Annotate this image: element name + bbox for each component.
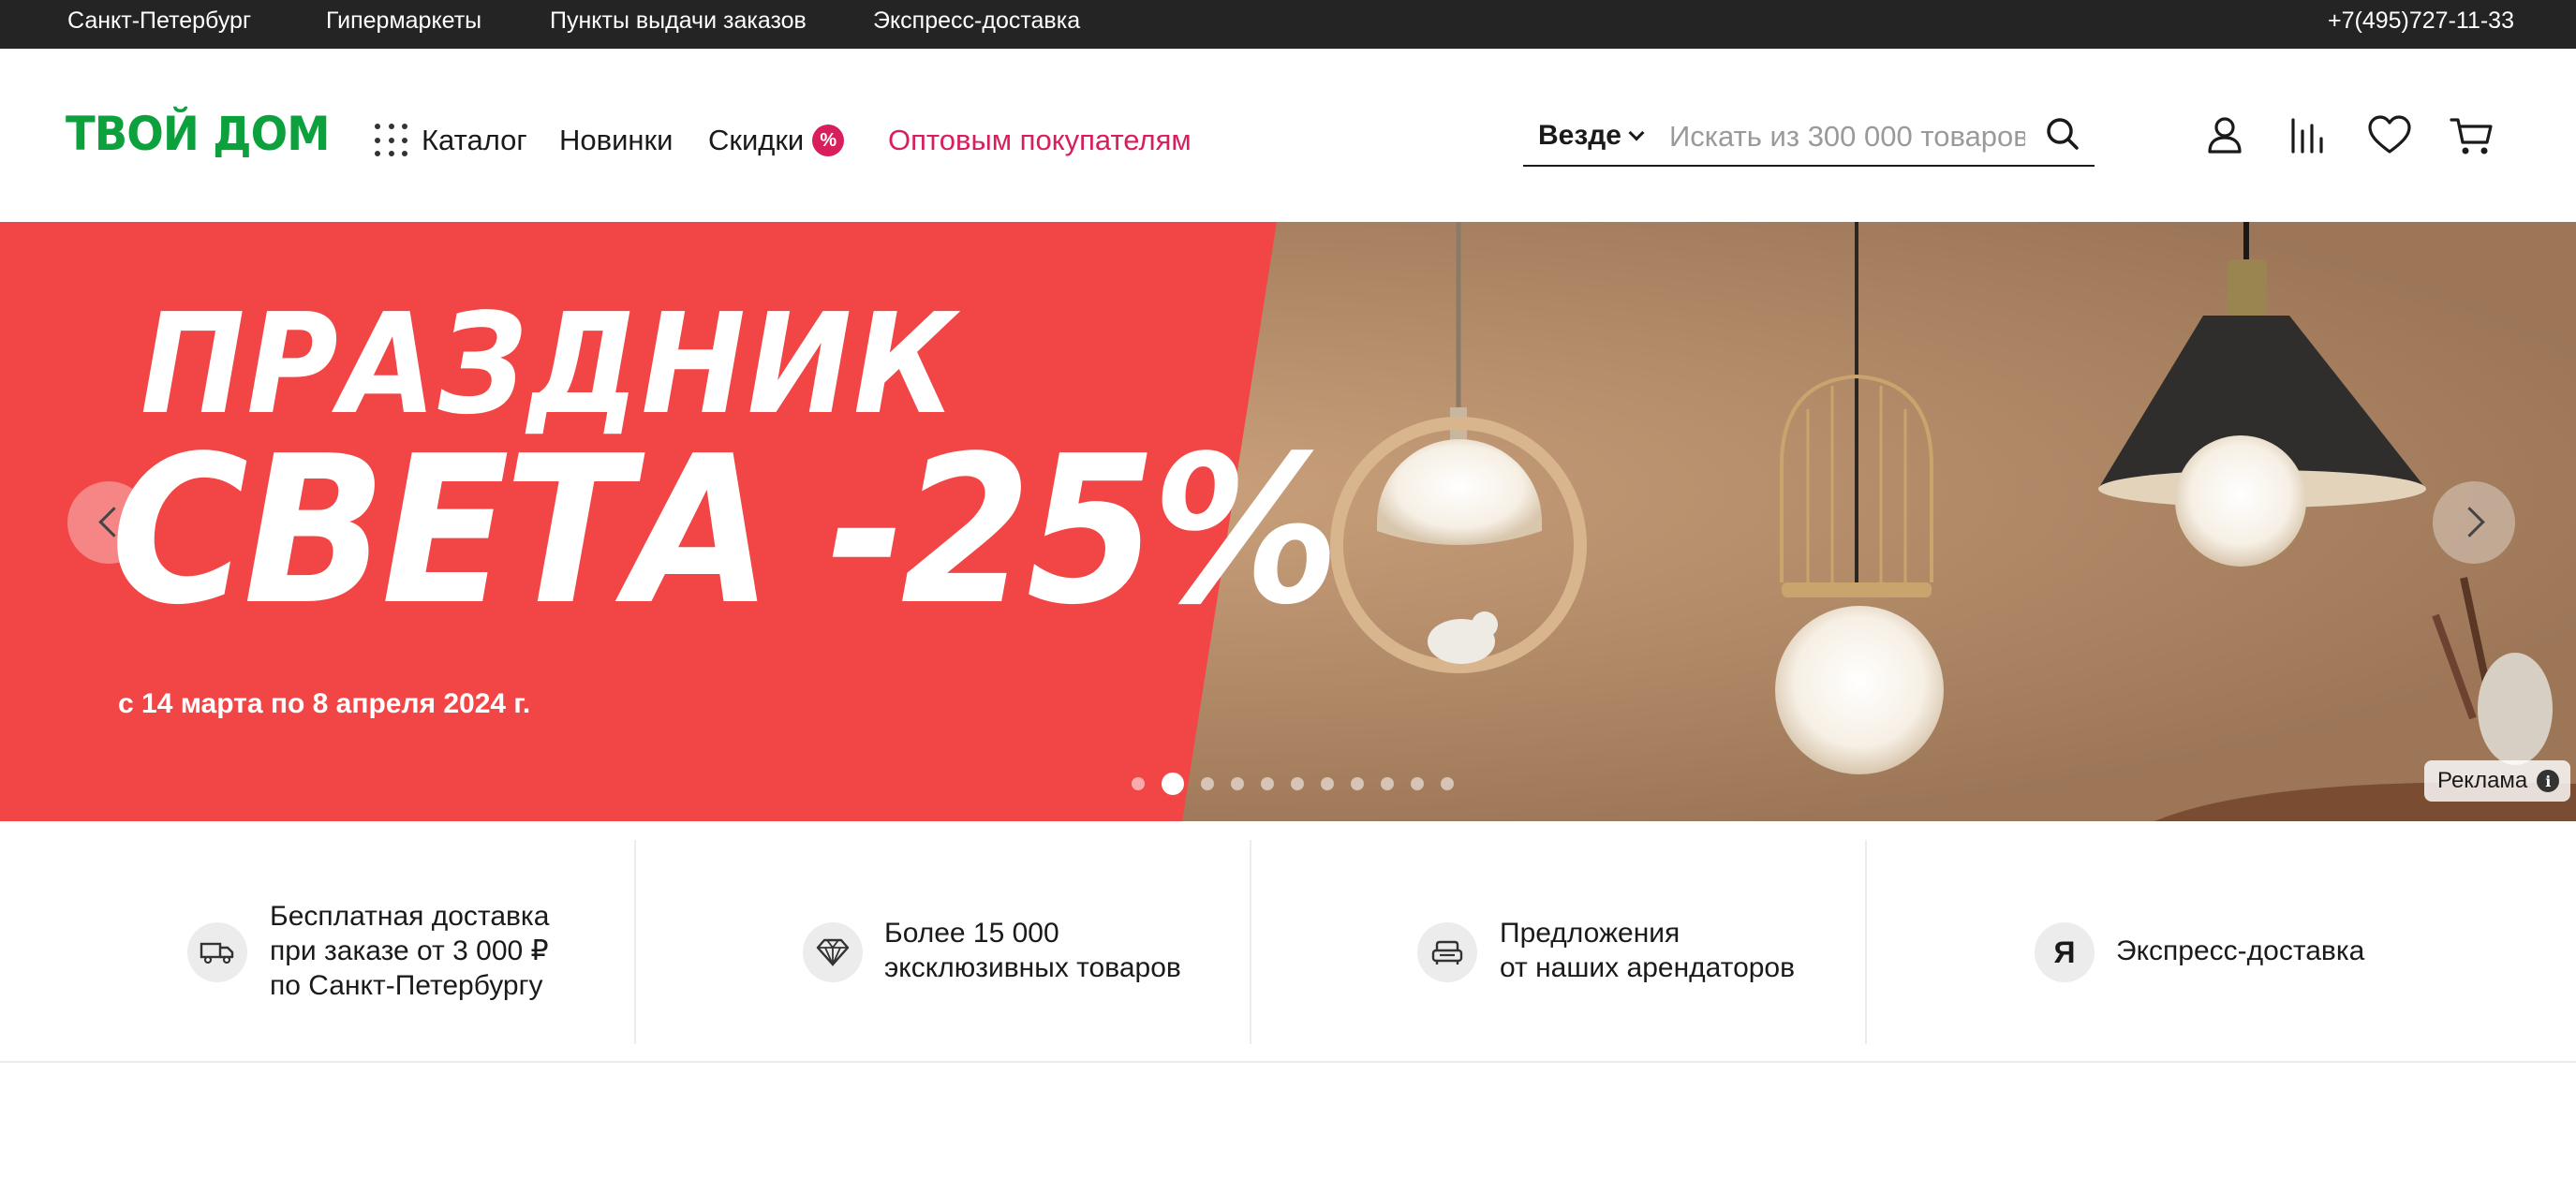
feature-line: по Санкт-Петербургу (270, 970, 543, 1001)
nav-new[interactable]: Новинки (559, 122, 673, 159)
slide-dot[interactable] (1261, 777, 1274, 790)
city-selector[interactable]: Санкт-Петербург (67, 0, 251, 49)
cart-icon[interactable] (2449, 112, 2495, 159)
banner-prev-arrow-icon[interactable] (67, 481, 150, 564)
feature-line: Более 15 000 (884, 918, 1059, 949)
express-delivery-link[interactable]: Экспресс-доставка (873, 0, 1080, 49)
nav-sale[interactable]: Скидки % (708, 122, 845, 159)
slide-dot[interactable] (1321, 777, 1334, 790)
chevron-down-icon (1628, 125, 1645, 141)
features-strip: Бесплатная доставка при заказе от 3 000 … (0, 821, 2576, 1063)
catalog-label: Каталог (422, 124, 527, 156)
catalog-button[interactable]: Каталог (375, 122, 527, 159)
search-scope-label: Везде (1538, 120, 1621, 151)
slide-dot[interactable] (1381, 777, 1394, 790)
info-icon: i (2537, 770, 2560, 792)
heart-icon[interactable] (2366, 112, 2413, 159)
phone-link[interactable]: +7(495)727-11-33 (2328, 0, 2514, 49)
feature-line: Экспресс-доставка (2116, 935, 2365, 966)
percent-badge-icon: % (812, 125, 845, 156)
slide-dot[interactable] (1132, 777, 1145, 790)
top-bar: Санкт-Петербург Гипермаркеты Пункты выда… (0, 0, 2576, 49)
header: ТВОЙ ДОМ Каталог Новинки Скидки % Оптовы… (0, 49, 2576, 222)
feature-line: Бесплатная доставка (270, 901, 550, 932)
grid-dots-icon (375, 124, 408, 157)
slide-dot[interactable] (1441, 777, 1454, 790)
logo[interactable]: ТВОЙ ДОМ (66, 107, 331, 161)
divider (1865, 840, 1867, 1044)
divider (634, 840, 636, 1044)
search-input[interactable] (1669, 116, 2025, 157)
compare-icon[interactable] (2284, 112, 2331, 159)
truck-icon (187, 922, 247, 982)
divider (1250, 840, 1251, 1044)
feature-line: Предложения (1500, 918, 1680, 949)
banner-next-arrow-icon[interactable] (2433, 481, 2515, 564)
hypermarkets-link[interactable]: Гипермаркеты (326, 0, 481, 49)
banner-dates: с 14 марта по 8 апреля 2024 г. (118, 688, 531, 719)
banner-pagination (1132, 772, 1454, 796)
ad-label-badge[interactable]: Реклама i (2424, 760, 2571, 802)
diamond-icon (803, 922, 863, 982)
promo-banner[interactable]: ПРАЗДНИК СВЕТА -25% с 14 марта по 8 апре… (0, 222, 2576, 821)
sofa-icon (1417, 922, 1477, 982)
slide-dot[interactable] (1351, 777, 1364, 790)
ad-label: Реклама (2437, 768, 2528, 793)
sale-label: Скидки (708, 124, 805, 156)
banner-title-line2: СВЕТА -25% (111, 413, 1340, 650)
slide-dot[interactable] (1162, 773, 1184, 795)
user-icon[interactable] (2201, 112, 2248, 159)
yandex-icon: Я (2035, 922, 2095, 982)
search-bar: Везде (1523, 109, 2095, 167)
pickup-points-link[interactable]: Пункты выдачи заказов (550, 0, 807, 49)
search-icon[interactable] (2042, 114, 2083, 155)
nav-wholesale[interactable]: Оптовым покупателям (888, 122, 1192, 159)
feature-line: эксклюзивных товаров (884, 952, 1181, 983)
slide-dot[interactable] (1201, 777, 1214, 790)
feature-line: от наших арендаторов (1500, 952, 1796, 983)
feature-line: при заказе от 3 000 ₽ (270, 935, 549, 966)
slide-dot[interactable] (1411, 777, 1424, 790)
slide-dot[interactable] (1231, 777, 1244, 790)
search-scope-dropdown[interactable]: Везде (1538, 120, 1645, 152)
slide-dot[interactable] (1291, 777, 1304, 790)
